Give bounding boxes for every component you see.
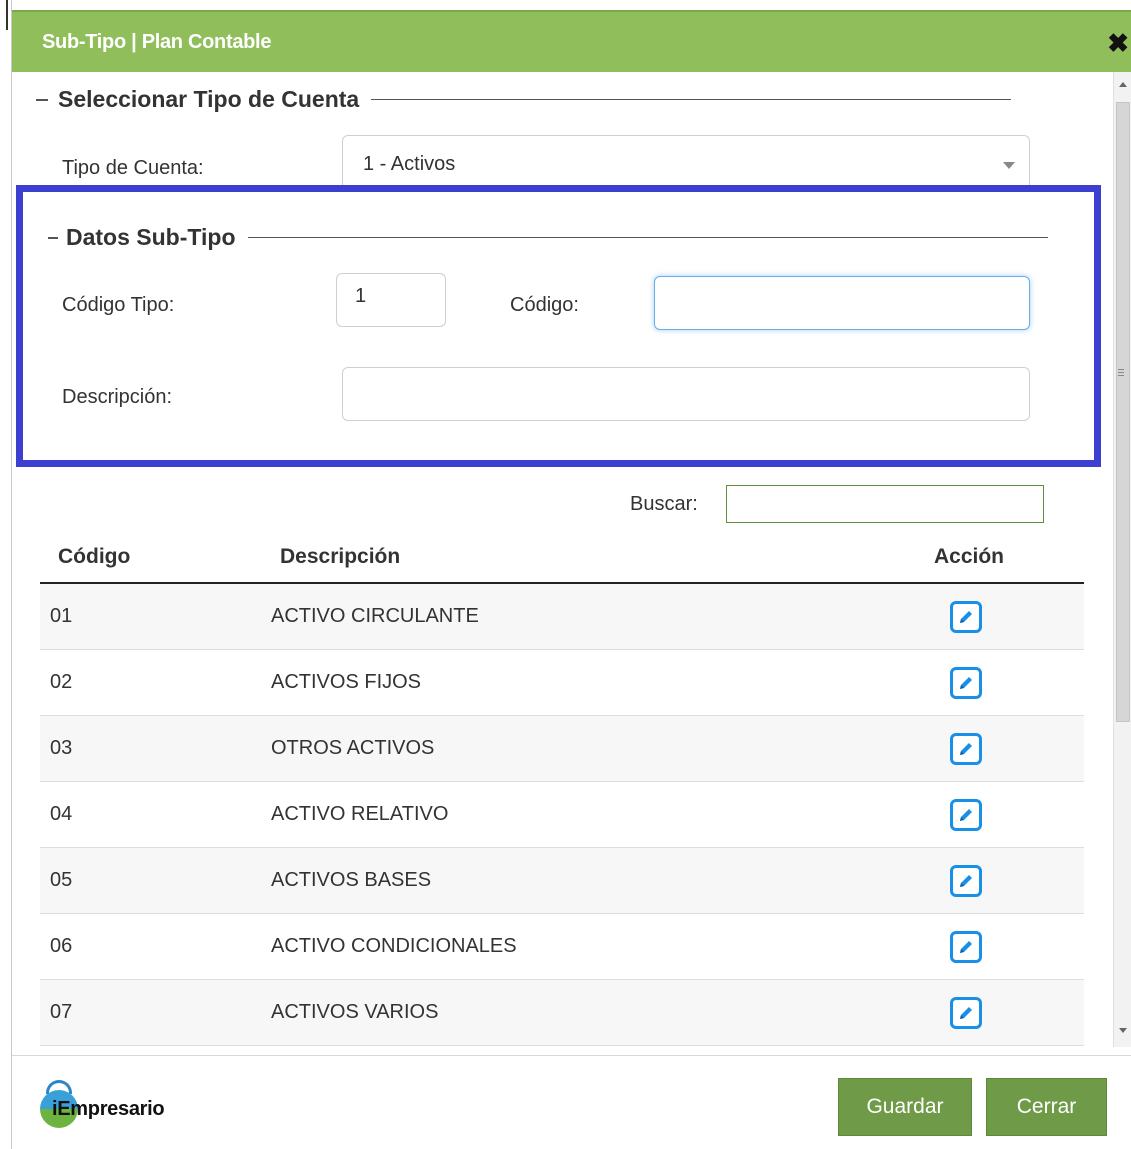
row-code: 03 [50,737,73,759]
tipo-cuenta-label: Tipo de Cuenta: [62,157,204,179]
legend-rule [371,99,1012,100]
window-left-edge [0,0,12,1149]
save-button[interactable]: Guardar [838,1078,972,1136]
table-row[interactable]: 02 ACTIVOS FIJOS [40,650,1084,716]
footer-divider [12,1055,1131,1056]
fieldset-tipo-cuenta: Seleccionar Tipo de Cuenta [36,86,1012,113]
edit-icon[interactable] [950,601,982,633]
scroll-up-icon[interactable] [1119,82,1127,87]
row-code: 01 [50,605,73,627]
table-row[interactable]: 06 ACTIVO CONDICIONALES [40,914,1084,980]
table-row[interactable]: 03 OTROS ACTIVOS [40,716,1084,782]
row-code: 07 [50,1001,73,1023]
brand-logo: iEmpresario [40,1080,220,1140]
row-description: ACTIVOS BASES [271,869,432,891]
tipo-cuenta-selected-value: 1 - Activos [363,153,456,175]
edge-mark [6,0,8,30]
close-icon[interactable]: ✖ [1107,30,1129,56]
tipo-cuenta-select[interactable]: 1 - Activos [342,135,1030,191]
row-code: 04 [50,803,73,825]
table-row[interactable]: 07 ACTIVOS VARIOS [40,980,1084,1046]
dialog-titlebar: Sub-Tipo | Plan Contable ✖ [12,10,1131,72]
edit-icon[interactable] [950,799,982,831]
header-accion: Acción [934,545,1005,568]
brand-name: iEmpresario [52,1098,165,1120]
row-description: ACTIVO CONDICIONALES [271,935,517,957]
legend-dash [36,98,48,101]
table-row[interactable]: 04 ACTIVO RELATIVO [40,782,1084,848]
row-code: 05 [50,869,73,891]
row-code: 06 [50,935,73,957]
row-description: ACTIVO CIRCULANTE [271,605,479,627]
scroll-down-icon[interactable] [1119,1028,1127,1033]
subtipo-table: Código Descripción Acción 01 ACTIVO CIRC… [40,530,1084,1046]
fieldset-datos-subtipo: Datos Sub-Tipo [48,224,1048,251]
header-codigo[interactable]: Código [58,545,130,569]
dialog-title: Sub-Tipo | Plan Contable [42,31,272,53]
edit-icon[interactable] [950,667,982,699]
edit-icon[interactable] [950,733,982,765]
row-code: 02 [50,671,73,693]
table-row[interactable]: 05 ACTIVOS BASES [40,848,1084,914]
row-description: ACTIVOS FIJOS [271,671,422,693]
chevron-down-icon [1003,162,1015,169]
edit-icon[interactable] [950,931,982,963]
table-header: Código Descripción Acción [40,530,1084,584]
grip-icon [1118,369,1124,376]
codigo-tipo-label: Código Tipo: [62,294,175,316]
vertical-scrollbar[interactable] [1113,72,1131,1047]
search-label: Buscar: [630,493,698,515]
codigo-label: Código: [510,294,579,316]
codigo-field[interactable] [654,276,1030,330]
legend-tipo-cuenta: Seleccionar Tipo de Cuenta [58,86,360,112]
edit-icon[interactable] [950,865,982,897]
row-description: ACTIVO RELATIVO [271,803,449,825]
close-button[interactable]: Cerrar [986,1078,1107,1136]
legend-dash [48,236,58,239]
descripcion-field[interactable] [342,367,1030,421]
descripcion-label: Descripción: [62,386,173,408]
row-description: OTROS ACTIVOS [271,737,435,759]
scrollbar-thumb[interactable] [1116,102,1130,722]
codigo-tipo-field[interactable] [336,273,446,327]
search-input[interactable] [726,485,1044,523]
edit-icon[interactable] [950,997,982,1029]
legend-rule [247,237,1048,238]
header-descripcion[interactable]: Descripción [280,545,400,569]
table-row[interactable]: 01 ACTIVO CIRCULANTE [40,584,1084,650]
row-description: ACTIVOS VARIOS [271,1001,439,1023]
legend-datos-subtipo: Datos Sub-Tipo [66,224,236,250]
